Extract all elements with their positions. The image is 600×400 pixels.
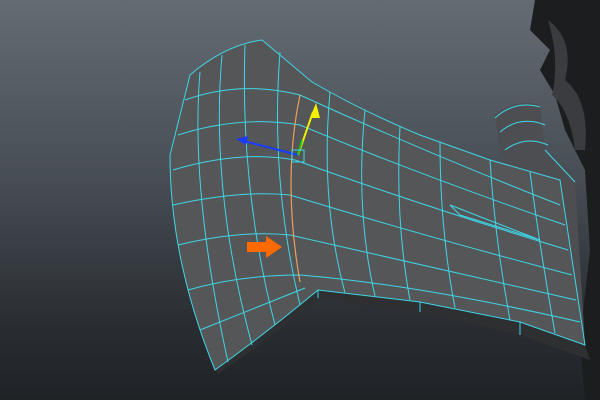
3d-viewport[interactable] <box>0 0 600 400</box>
scene <box>169 0 600 400</box>
